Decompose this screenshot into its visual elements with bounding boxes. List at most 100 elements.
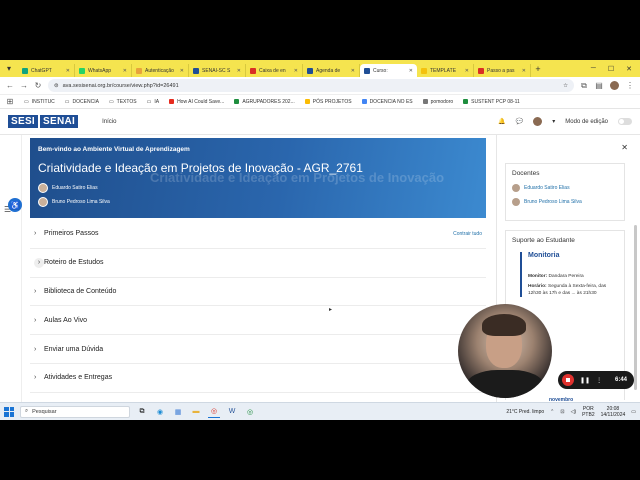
close-window-icon[interactable]: ✕: [626, 65, 632, 73]
chevron-right-icon[interactable]: ›: [34, 230, 44, 237]
menu-icon[interactable]: ⋮: [626, 81, 634, 90]
tab-curso-active[interactable]: Curso: ✕: [360, 64, 417, 77]
notifications-icon[interactable]: ▭: [631, 409, 636, 415]
bookmark-folder[interactable]: ▭ IA: [147, 99, 159, 105]
task-view-icon[interactable]: ⧉: [136, 406, 148, 418]
bookmark-folder[interactable]: ▭ DOCENCIA: [65, 99, 99, 105]
bookmarks-bar: ⊞ ▭ INSTITUC ▭ DOCENCIA ▭ TEXTOS ▭ IA How AI…: [0, 95, 640, 109]
maximize-icon[interactable]: ☐: [608, 65, 614, 73]
close-icon[interactable]: ✕: [180, 68, 184, 74]
folder-icon: ▭: [146, 98, 152, 105]
bookmark-link[interactable]: DOCENCIA NO ES: [361, 99, 413, 105]
accessibility-icon[interactable]: ♿: [8, 198, 22, 212]
chevron-right-icon[interactable]: ›: [34, 374, 44, 381]
tutor-item[interactable]: Bruno Pedroso Lima Silva: [38, 197, 110, 207]
toolbar-right: ⧉ ▤ ⋮: [580, 81, 634, 91]
apps-grid-icon[interactable]: ⊞: [6, 97, 14, 106]
site-info-icon[interactable]: ⊜: [54, 83, 59, 89]
close-icon[interactable]: ✕: [66, 68, 70, 74]
teacher-item[interactable]: Eduardo Satiro Elias: [506, 181, 624, 195]
new-tab-button[interactable]: +: [531, 64, 545, 74]
bookmark-link[interactable]: AGRUPADORES 202...: [234, 99, 295, 105]
profile-avatar[interactable]: [610, 81, 619, 90]
chevron-right-icon[interactable]: ›: [34, 317, 44, 324]
chrome-profile-icon[interactable]: ◎: [244, 406, 256, 418]
word-icon[interactable]: W: [226, 406, 238, 418]
start-button[interactable]: [4, 406, 14, 417]
section-enviar-duvida[interactable]: › Enviar uma Dúvida: [30, 335, 486, 364]
side-panel-icon[interactable]: ▤: [595, 81, 603, 90]
chevron-right-icon[interactable]: ›: [34, 257, 44, 268]
tab-gmail[interactable]: Caixa de en ✕: [246, 64, 303, 77]
close-drawer-icon[interactable]: ✕: [621, 143, 628, 152]
bookmark-star-icon[interactable]: ☆: [563, 83, 568, 89]
user-avatar[interactable]: [533, 117, 543, 126]
bookmark-folder[interactable]: ▭ INSTITUC: [24, 99, 55, 105]
tab-chatgpt[interactable]: ChatGPT ✕: [18, 64, 75, 77]
minimize-icon[interactable]: ─: [591, 65, 596, 73]
extensions-icon[interactable]: ⧉: [580, 81, 588, 91]
tab-agenda[interactable]: Agenda de ✕: [303, 64, 360, 77]
close-icon[interactable]: ✕: [294, 68, 298, 74]
tray-arrow-icon[interactable]: ⌃: [550, 409, 554, 415]
lang-text: POR: [582, 405, 594, 412]
store-icon[interactable]: ▦: [172, 406, 184, 418]
taskbar-search-input[interactable]: ⌕ Pesquisar: [20, 405, 130, 418]
bookmark-folder[interactable]: ▭ TEXTOS: [109, 99, 137, 105]
bookmark-link[interactable]: pomodoro: [422, 99, 453, 105]
close-icon[interactable]: ✕: [465, 68, 469, 74]
section-primeiros-passos[interactable]: › Primeiros Passos Contrair tudo: [30, 220, 486, 249]
drawer-scrollbar[interactable]: [634, 225, 637, 390]
bell-icon[interactable]: 🔔: [498, 118, 505, 125]
avatar: [38, 183, 48, 193]
bookmark-link[interactable]: PÓS PROJETOS: [304, 99, 352, 105]
tab-senai-sc[interactable]: SENAI-SC S ✕: [189, 64, 246, 77]
collapse-all-link[interactable]: Contrair tudo: [453, 231, 482, 237]
senai-favicon-icon: [193, 67, 199, 74]
bookmark-link[interactable]: How AI Could Save...: [169, 99, 224, 105]
edit-mode-toggle[interactable]: [618, 118, 632, 125]
more-icon[interactable]: ⋮: [596, 377, 602, 384]
bookmark-link[interactable]: SUSTENT PCP 08-11: [463, 99, 520, 105]
tab-search-icon[interactable]: ▾: [0, 60, 18, 77]
search-icon: ⌕: [25, 408, 29, 414]
nav-home-link[interactable]: Início: [102, 119, 116, 125]
pause-icon[interactable]: ❚❚: [580, 377, 590, 384]
back-icon[interactable]: ←: [6, 81, 14, 90]
url-input[interactable]: ⊜ ava.sesisenai.org.br/course/view.php?i…: [48, 79, 574, 92]
clock[interactable]: 20:08 14/11/2024: [601, 406, 626, 418]
section-roteiro-de-estudos[interactable]: › Roteiro de Estudos: [30, 249, 486, 278]
forward-icon[interactable]: →: [20, 81, 28, 90]
close-icon[interactable]: ✕: [123, 68, 127, 74]
tab-whatsapp[interactable]: WhatsApp ✕: [75, 64, 132, 77]
stop-recording-button[interactable]: [562, 374, 574, 386]
file-explorer-icon[interactable]: ▬: [190, 406, 202, 418]
tab-passo-a-passo[interactable]: Passo a pas ✕: [474, 64, 531, 77]
weather-text[interactable]: 21°C Pred. limpo: [506, 409, 544, 415]
chevron-right-icon[interactable]: ›: [34, 288, 44, 295]
volume-icon[interactable]: ◁): [571, 409, 577, 415]
reload-icon[interactable]: ↻: [34, 81, 42, 90]
teacher-item[interactable]: Bruno Pedroso Lima Silva: [506, 195, 624, 209]
tutor-item[interactable]: Eduardo Satiro Elias: [38, 183, 98, 193]
close-icon[interactable]: ✕: [522, 68, 526, 74]
webcam-overlay[interactable]: [458, 304, 552, 398]
close-icon[interactable]: ✕: [409, 68, 413, 74]
chevron-right-icon[interactable]: ›: [34, 346, 44, 353]
section-title: Biblioteca de Conteúdo: [44, 287, 117, 295]
section-atividades[interactable]: › Atividades e Entregas: [30, 364, 486, 393]
close-icon[interactable]: ✕: [237, 68, 241, 74]
tab-autenticacao[interactable]: Autenticação ✕: [132, 64, 189, 77]
chevron-down-icon[interactable]: ▾: [552, 118, 555, 125]
section-aulas-ao-vivo[interactable]: › Aulas Ao Vivo: [30, 306, 486, 336]
close-icon[interactable]: ✕: [351, 68, 355, 74]
language-indicator[interactable]: POR PTB2: [582, 406, 595, 418]
network-icon[interactable]: ⊡: [560, 409, 564, 415]
tab-template[interactable]: TEMPLATE ✕: [417, 64, 474, 77]
chrome-taskbar-icon[interactable]: ◎: [208, 406, 220, 418]
left-rail: ☰: [0, 135, 22, 420]
sesi-senai-logo[interactable]: SESI SENAI: [8, 115, 79, 128]
chat-icon[interactable]: 💬: [516, 118, 523, 125]
edge-icon[interactable]: ◉: [154, 406, 166, 418]
section-biblioteca[interactable]: › Biblioteca de Conteúdo: [30, 278, 486, 307]
